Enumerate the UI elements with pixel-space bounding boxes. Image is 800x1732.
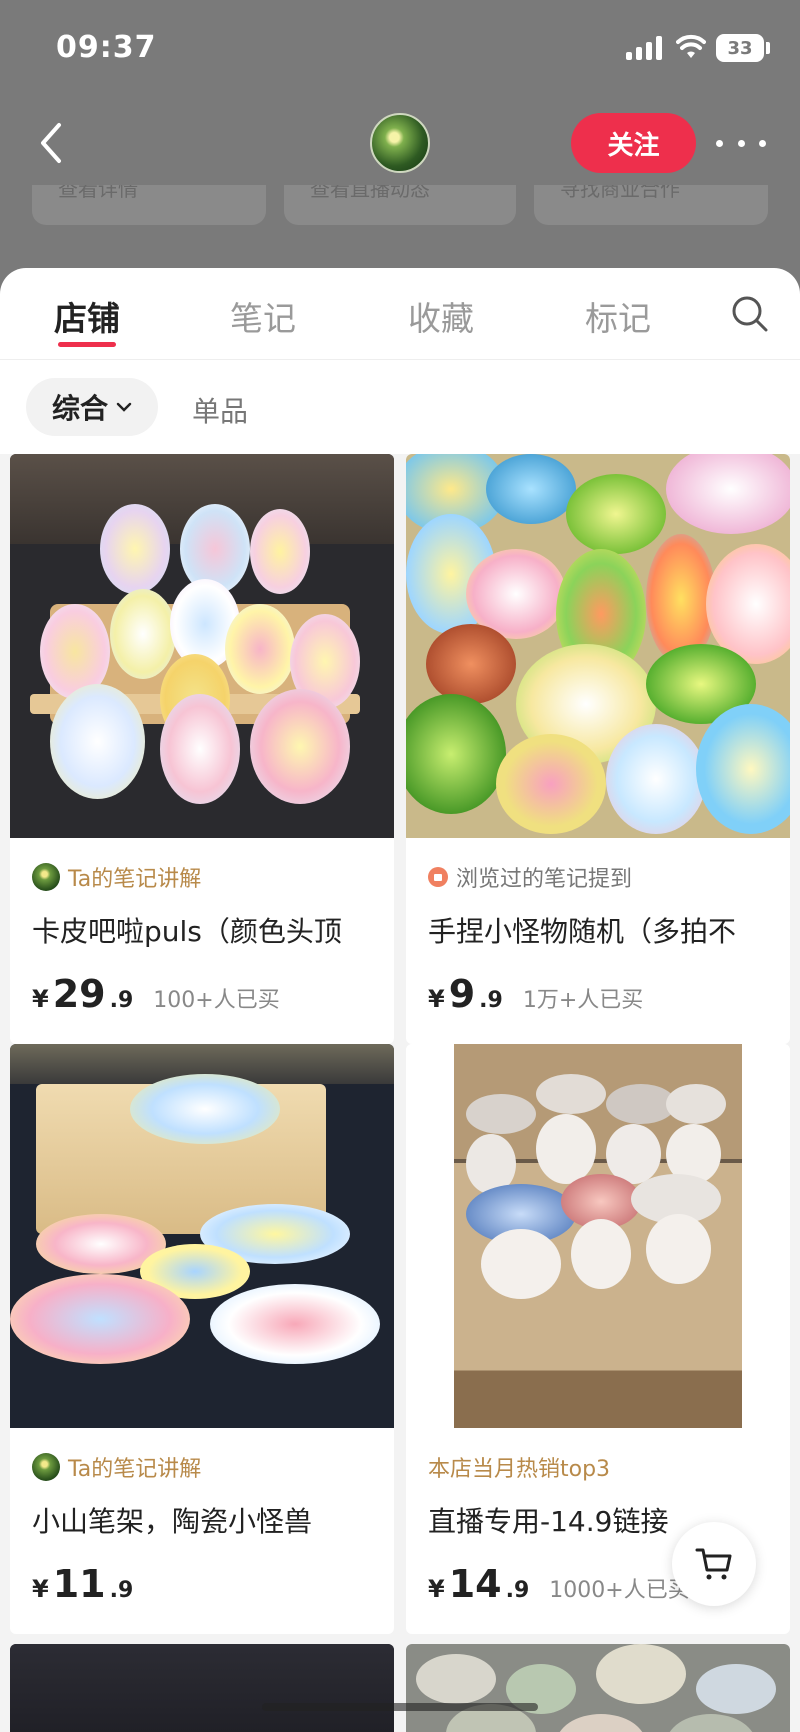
tab-notes[interactable]: 笔记 bbox=[230, 292, 296, 340]
tab-bar: 店铺 笔记 收藏 标记 bbox=[0, 268, 800, 360]
price-integer: 9 bbox=[448, 972, 476, 1016]
search-icon[interactable] bbox=[730, 294, 770, 334]
author-avatar-icon bbox=[32, 863, 60, 891]
product-card[interactable] bbox=[406, 1644, 790, 1732]
nav-bar: 关注 bbox=[0, 105, 800, 185]
wifi-icon bbox=[676, 34, 706, 58]
dot-icon bbox=[737, 139, 745, 147]
product-card[interactable]: Ta的笔记讲解 小山笔架，陶瓷小怪兽 ¥ 11 .9 bbox=[10, 1044, 394, 1634]
price-integer: 11 bbox=[52, 1562, 106, 1606]
chip-business[interactable]: 寻找商业合作 bbox=[534, 185, 768, 225]
sold-count: 1000+人已买 bbox=[549, 1578, 690, 1603]
history-icon bbox=[428, 867, 448, 887]
product-title: 小山笔架，陶瓷小怪兽 bbox=[32, 1505, 313, 1538]
cart-icon bbox=[695, 1548, 732, 1580]
battery-icon: 33 bbox=[716, 34, 764, 62]
status-time: 09:37 bbox=[56, 30, 157, 65]
dot-icon bbox=[716, 139, 723, 147]
back-button[interactable] bbox=[30, 115, 70, 171]
product-card[interactable]: Ta的笔记讲解 卡皮吧啦puls（颜色头顶 ¥ 29 .9 100+人已买 bbox=[10, 454, 394, 1044]
product-price: ¥ 9 .9 1万+人已买 bbox=[428, 972, 768, 1020]
price-currency: ¥ bbox=[32, 1575, 49, 1603]
product-tagline: Ta的笔记讲解 bbox=[32, 1450, 372, 1484]
product-image bbox=[406, 1644, 790, 1732]
sold-count: 1万+人已买 bbox=[522, 988, 644, 1013]
filter-bar: 综合 单品 bbox=[0, 360, 800, 454]
product-title: 卡皮吧啦puls（颜色头顶 bbox=[32, 915, 342, 948]
product-tag: 本店当月热销top3 bbox=[428, 1457, 611, 1482]
battery-tip bbox=[766, 42, 770, 54]
product-tagline: 本店当月热销top3 bbox=[428, 1450, 768, 1484]
chevron-down-icon bbox=[116, 402, 132, 412]
product-tag: Ta的笔记讲解 bbox=[68, 1457, 202, 1482]
shop-avatar[interactable] bbox=[370, 113, 430, 173]
filter-single[interactable]: 单品 bbox=[192, 390, 248, 430]
sort-label: 综合 bbox=[51, 392, 108, 425]
product-tagline: Ta的笔记讲解 bbox=[32, 860, 372, 894]
product-tag: Ta的笔记讲解 bbox=[68, 867, 202, 892]
tab-active-indicator bbox=[58, 342, 116, 347]
product-card[interactable] bbox=[10, 1644, 394, 1732]
tab-shop[interactable]: 店铺 bbox=[54, 292, 120, 340]
chevron-left-icon bbox=[41, 123, 61, 163]
more-button[interactable] bbox=[716, 123, 766, 163]
status-bar: 09:37 33 bbox=[0, 0, 800, 100]
sold-count: 100+人已买 bbox=[153, 988, 280, 1013]
profile-header: 09:37 33 关注 查看详情 查看直播动态 寻找商业合作 bbox=[0, 0, 800, 300]
product-tagline: 浏览过的笔记提到 bbox=[428, 860, 768, 894]
product-tag: 浏览过的笔记提到 bbox=[456, 867, 633, 892]
product-image-mushrooms bbox=[406, 1044, 790, 1428]
chip-live[interactable]: 查看直播动态 bbox=[284, 185, 516, 225]
product-card[interactable]: 浏览过的笔记提到 手捏小怪物随机（多拍不 ¥ 9 .9 1万+人已买 bbox=[406, 454, 790, 1044]
shop-panel: 店铺 笔记 收藏 标记 综合 单品 Ta的笔记讲解 卡皮吧啦puls（颜色头顶 … bbox=[0, 268, 800, 1732]
product-price: ¥ 29 .9 100+人已买 bbox=[32, 972, 372, 1020]
price-decimal: .9 bbox=[505, 1578, 530, 1603]
product-price: ¥ 11 .9 bbox=[32, 1562, 372, 1610]
home-indicator bbox=[262, 1703, 538, 1711]
cart-button[interactable] bbox=[672, 1522, 756, 1606]
product-image-monsters bbox=[406, 454, 790, 838]
price-decimal: .9 bbox=[479, 988, 503, 1013]
price-decimal: .9 bbox=[109, 988, 134, 1013]
sort-dropdown[interactable]: 综合 bbox=[26, 378, 158, 436]
product-image-penholder bbox=[10, 1044, 394, 1428]
price-integer: 14 bbox=[448, 1562, 502, 1606]
product-image-capybara bbox=[10, 454, 394, 838]
action-chips: 查看详情 查看直播动态 寻找商业合作 bbox=[0, 185, 800, 225]
tab-marks[interactable]: 标记 bbox=[585, 292, 651, 340]
product-title: 手捏小怪物随机（多拍不 bbox=[428, 915, 737, 948]
follow-button[interactable]: 关注 bbox=[571, 113, 696, 173]
dot-icon bbox=[759, 139, 766, 147]
price-integer: 29 bbox=[52, 972, 106, 1016]
price-decimal: .9 bbox=[109, 1578, 134, 1603]
signal-icon bbox=[626, 36, 664, 60]
author-avatar-icon bbox=[32, 1453, 60, 1481]
price-currency: ¥ bbox=[428, 985, 445, 1013]
chip-details[interactable]: 查看详情 bbox=[32, 185, 266, 225]
price-currency: ¥ bbox=[32, 985, 49, 1013]
price-currency: ¥ bbox=[428, 1575, 445, 1603]
tab-favorites[interactable]: 收藏 bbox=[408, 292, 474, 340]
product-image bbox=[10, 1644, 394, 1732]
